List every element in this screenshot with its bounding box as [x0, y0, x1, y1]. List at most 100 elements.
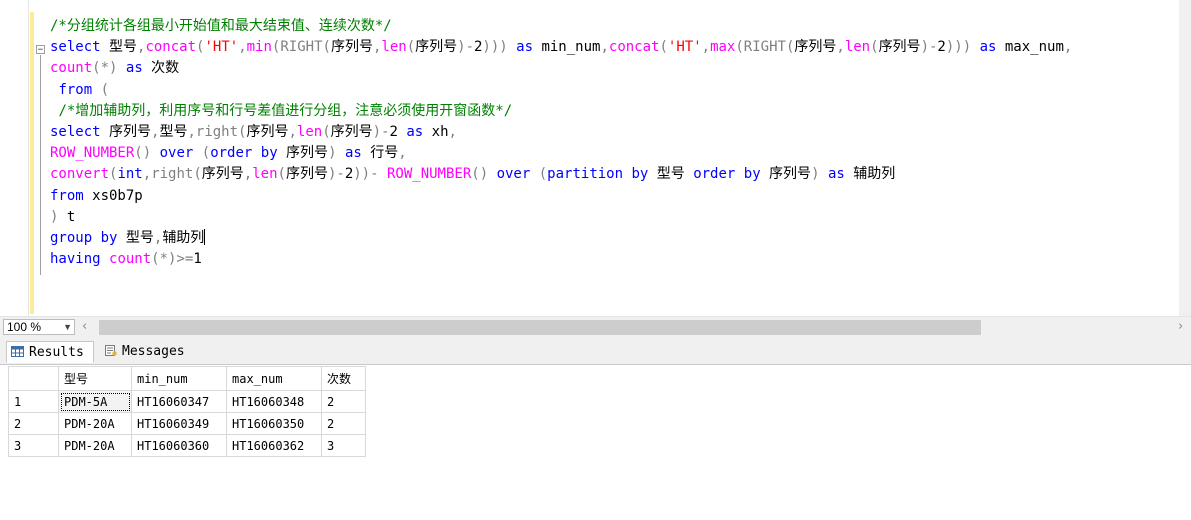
- code-token: )-: [920, 39, 938, 56]
- code-line[interactable]: /*增加辅助列，利用序号和行号差值进行分组，注意必须使用开窗函数*/: [50, 101, 1072, 122]
- code-token: 'HT': [204, 39, 239, 56]
- code-token: ): [328, 145, 337, 162]
- code-token: ,: [142, 166, 152, 183]
- code-token: 序列号: [201, 166, 244, 183]
- code-token: 序列号: [415, 39, 458, 56]
- zoom-select[interactable]: 100 % ▼: [3, 319, 75, 335]
- code-token: 次数: [142, 60, 180, 77]
- code-token: (): [134, 145, 152, 162]
- code-token: (: [201, 145, 211, 162]
- code-token: 序列号: [878, 39, 921, 56]
- code-token: (*): [92, 60, 118, 77]
- code-token: order by: [693, 166, 761, 183]
- editor-vertical-scrollbar[interactable]: [1179, 0, 1191, 316]
- scroll-right-icon[interactable]: ›: [1178, 319, 1183, 334]
- code-token: xh: [423, 123, 449, 140]
- outline-fold-line: [40, 55, 41, 275]
- code-token: (: [100, 81, 110, 98]
- table-cell[interactable]: 3: [321, 434, 366, 457]
- table-cell[interactable]: HT16060360: [131, 434, 227, 457]
- table-cell[interactable]: HT16060362: [226, 434, 322, 457]
- table-cell[interactable]: HT16060348: [226, 390, 322, 413]
- table-cell[interactable]: 2: [321, 390, 366, 413]
- table-cell[interactable]: HT16060350: [226, 412, 322, 435]
- table-cell[interactable]: PDM-20A: [58, 412, 132, 435]
- row-number[interactable]: 1: [8, 390, 59, 413]
- code-token: as: [516, 39, 534, 56]
- code-token: ,: [288, 123, 297, 140]
- code-token: right: [151, 166, 194, 183]
- table-cell[interactable]: 2: [321, 412, 366, 435]
- tab-messages[interactable]: Messages: [100, 341, 192, 363]
- code-line[interactable]: ) t: [50, 207, 1072, 228]
- code-line[interactable]: select 序列号,型号,right(序列号,len(序列号)-2 as xh…: [50, 122, 1072, 143]
- code-line[interactable]: from xs0b7p: [50, 186, 1072, 207]
- table-cell[interactable]: HT16060349: [131, 412, 227, 435]
- results-tab-strip: Results Messages: [0, 338, 1191, 365]
- code-token: from: [58, 81, 93, 98]
- table-cell[interactable]: PDM-5A: [58, 390, 132, 413]
- code-token: 序列号: [330, 123, 373, 140]
- tab-results[interactable]: Results: [6, 341, 94, 363]
- table-cell[interactable]: PDM-20A: [58, 434, 132, 457]
- table-row[interactable]: 2 PDM-20A HT16060349 HT16060350 2: [8, 412, 366, 435]
- code-line[interactable]: ROW_NUMBER() over (order by 序列号) as 行号,: [50, 143, 1072, 164]
- code-line[interactable]: select 型号,concat('HT',min(RIGHT(序列号,len(…: [50, 37, 1072, 58]
- code-token: /*分组统计各组最小开始值和最大结束值、连续次数*/: [50, 18, 392, 34]
- code-token: 型号: [648, 166, 694, 183]
- grid-icon: [11, 346, 24, 357]
- code-line[interactable]: count(*) as 次数: [50, 58, 1072, 79]
- results-grid[interactable]: 型号 min_num max_num 次数 1 PDM-5A HT1606034…: [8, 366, 366, 457]
- query-editor[interactable]: − /*分组统计各组最小开始值和最大结束值、连续次数*/select 型号,co…: [0, 0, 1191, 316]
- code-token: partition by: [547, 166, 649, 183]
- code-token: 序列号: [794, 39, 837, 56]
- grid-header-row: 型号 min_num max_num 次数: [8, 366, 366, 391]
- table-row[interactable]: 1 PDM-5A HT16060347 HT16060348 2: [8, 390, 366, 413]
- code-line[interactable]: group by 型号,辅助列: [50, 228, 1072, 249]
- code-line[interactable]: convert(int,right(序列号,len(序列号)-2))- ROW_…: [50, 164, 1072, 185]
- code-token: 1: [193, 251, 202, 268]
- code-line[interactable]: from (: [50, 80, 1072, 101]
- table-row[interactable]: 3 PDM-20A HT16060360 HT16060362 3: [8, 434, 366, 457]
- code-token: (*)>=: [151, 251, 194, 268]
- code-token: count: [109, 251, 152, 268]
- code-token: max_num: [996, 39, 1064, 56]
- row-number[interactable]: 2: [8, 412, 59, 435]
- code-token: (: [277, 166, 286, 183]
- code-line[interactable]: having count(*)>=1: [50, 249, 1072, 270]
- column-header[interactable]: 次数: [321, 366, 366, 391]
- code-token: (: [406, 39, 416, 56]
- horizontal-scroll-thumb[interactable]: [99, 320, 981, 335]
- column-header[interactable]: max_num: [226, 366, 322, 391]
- column-header[interactable]: 型号: [58, 366, 132, 391]
- chevron-down-icon[interactable]: ▼: [63, 320, 72, 334]
- code-token: right: [195, 123, 239, 140]
- code-token: (: [322, 123, 331, 140]
- code-line[interactable]: /*分组统计各组最小开始值和最大结束值、连续次数*/: [50, 16, 1072, 37]
- sql-code[interactable]: /*分组统计各组最小开始值和最大结束值、连续次数*/select 型号,conc…: [50, 16, 1072, 270]
- code-token: ))-: [353, 166, 379, 183]
- code-token: (: [322, 39, 331, 56]
- row-number[interactable]: 3: [8, 434, 59, 457]
- code-token: 行号: [361, 145, 399, 162]
- code-token: ROW_NUMBER: [386, 166, 472, 183]
- table-cell[interactable]: HT16060347: [131, 390, 227, 413]
- code-token: ,: [398, 145, 407, 162]
- row-number-header[interactable]: [8, 366, 59, 391]
- code-token: int: [117, 166, 143, 183]
- scroll-left-icon[interactable]: ‹: [82, 319, 87, 334]
- code-token: convert: [50, 166, 110, 183]
- code-token: as: [125, 60, 143, 77]
- code-token: as: [344, 145, 362, 162]
- change-tracking-bar: [30, 12, 34, 314]
- code-token: (: [735, 39, 744, 56]
- selection-margin[interactable]: [0, 0, 29, 316]
- tab-messages-label: Messages: [122, 344, 185, 359]
- code-token: 2: [937, 39, 946, 56]
- column-header[interactable]: min_num: [131, 366, 227, 391]
- collapse-toggle-icon[interactable]: −: [36, 45, 45, 55]
